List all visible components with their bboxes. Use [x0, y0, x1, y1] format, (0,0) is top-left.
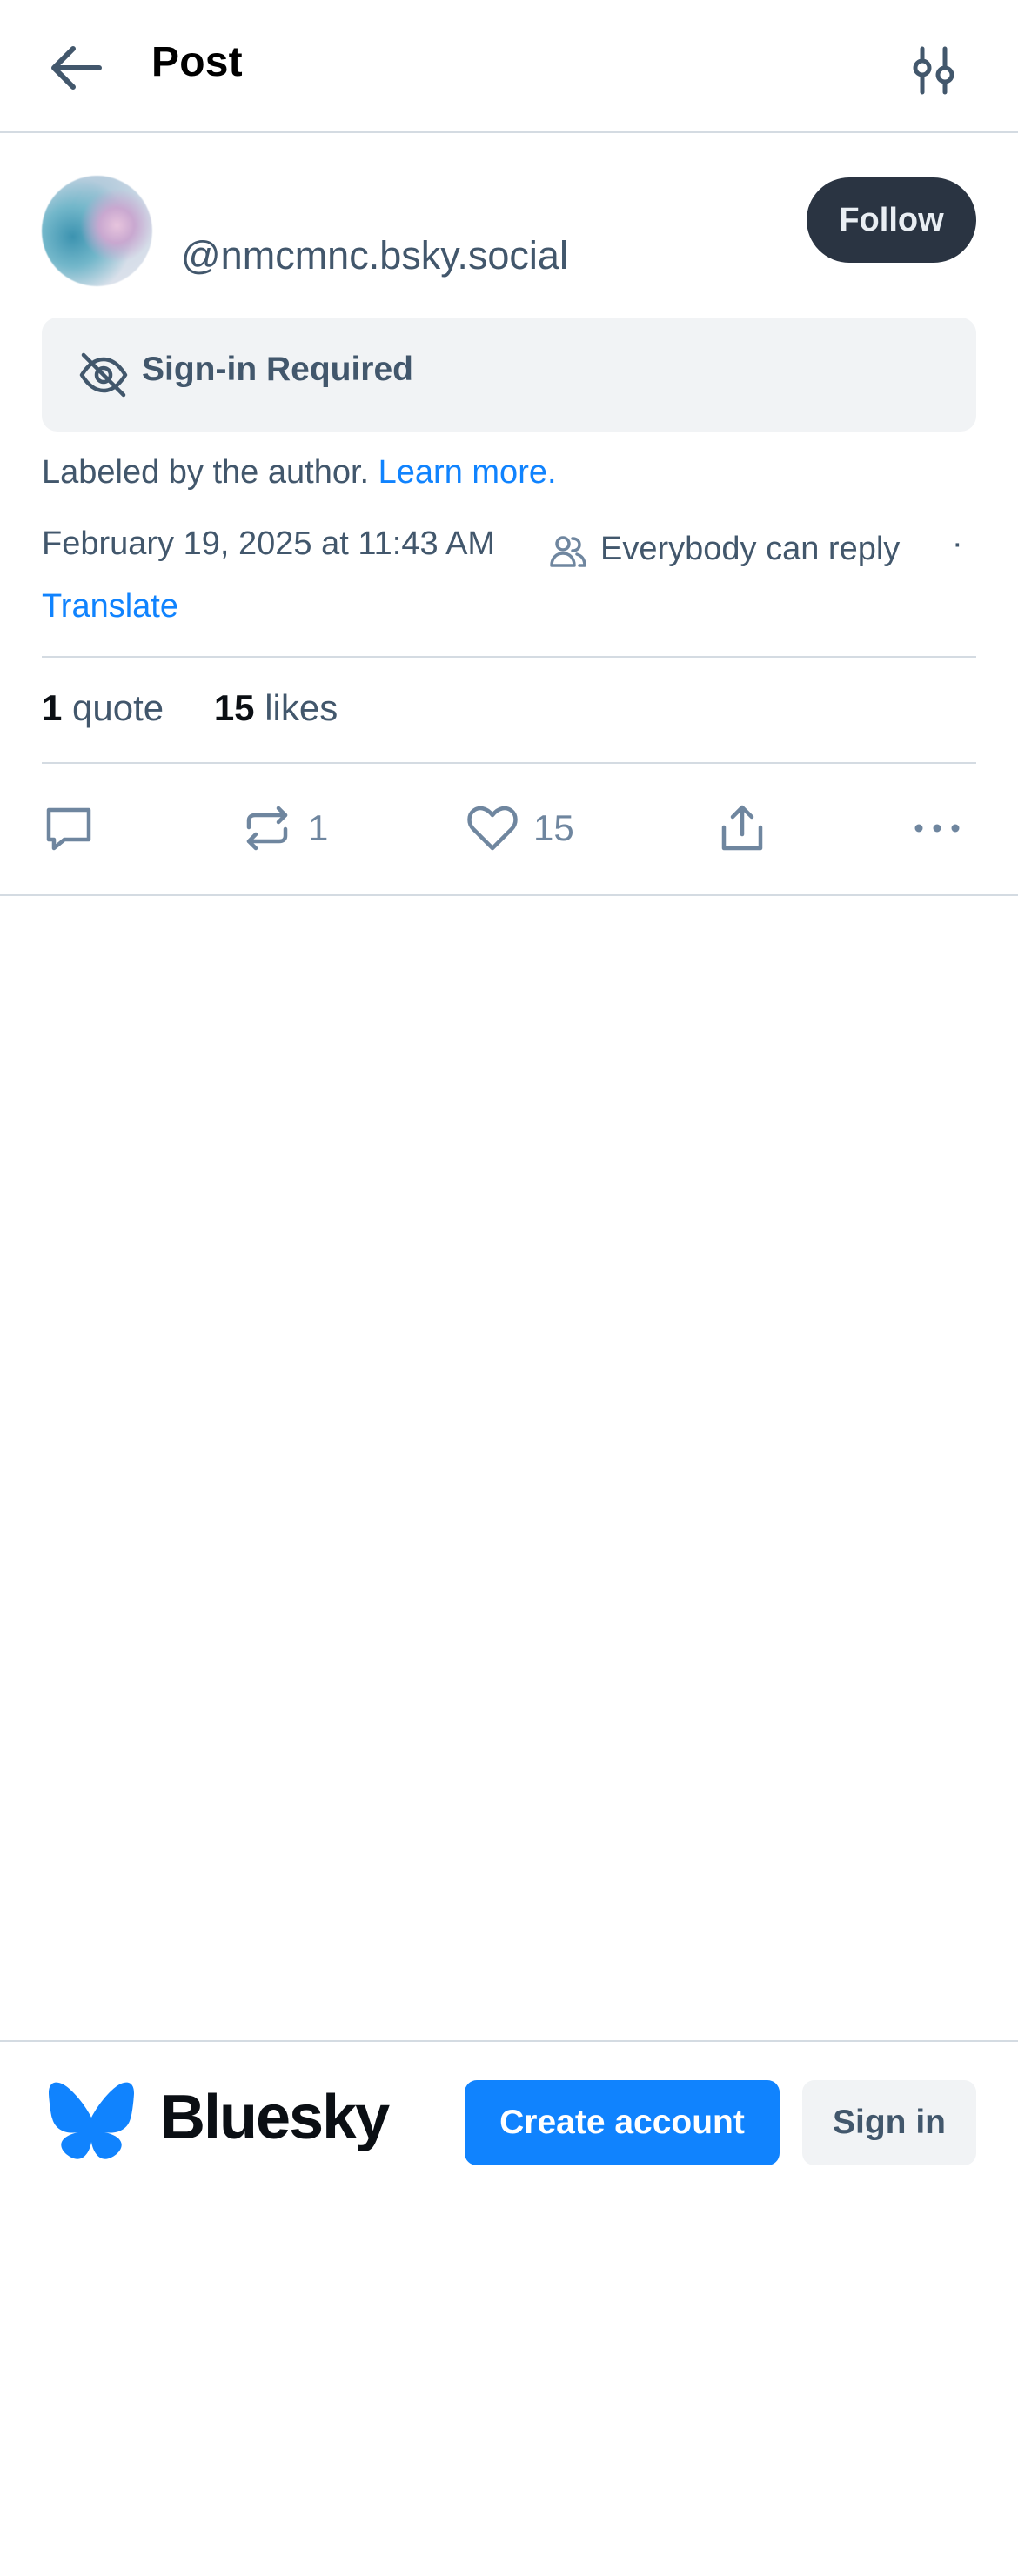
post-timestamp: February 19, 2025 at 11:43 AM: [42, 525, 496, 562]
learn-more-link[interactable]: Learn more.: [378, 454, 557, 491]
reply-setting[interactable]: Everybody can reply: [600, 531, 900, 568]
create-account-button[interactable]: Create account: [465, 2080, 780, 2165]
avatar[interactable]: [42, 176, 152, 286]
ellipsis-icon: [914, 824, 960, 833]
arrow-left-icon: [51, 46, 102, 90]
page-title: Post: [151, 39, 243, 85]
notice-text: Sign-in Required: [142, 351, 413, 388]
sliders-icon: [913, 46, 954, 95]
separator-dot: ·: [952, 525, 963, 562]
like-count: 15: [533, 807, 574, 848]
follow-button[interactable]: Follow: [807, 177, 976, 263]
share-button[interactable]: [715, 793, 769, 863]
author-handle[interactable]: @nmcmnc.bsky.social: [181, 233, 568, 278]
thread-settings-button[interactable]: [905, 42, 962, 99]
eye-slash-icon: [79, 352, 128, 398]
repost-icon: [246, 806, 288, 851]
brand-name: Bluesky: [160, 2083, 390, 2152]
divider: [42, 762, 976, 764]
translate-link[interactable]: Translate: [42, 588, 178, 626]
sign-in-required-notice[interactable]: Sign-in Required: [42, 318, 976, 432]
back-button[interactable]: [45, 40, 108, 96]
repost-count: 1: [308, 807, 329, 848]
divider: [0, 894, 1018, 896]
label-info: Labeled by the author. Learn more.: [42, 454, 557, 492]
more-options-button[interactable]: [910, 793, 964, 863]
footer-divider: [0, 2040, 1018, 2042]
likes-count: 15: [213, 687, 255, 728]
people-icon: [550, 536, 586, 567]
reply-button[interactable]: [42, 793, 96, 863]
likes-stat[interactable]: 15 likes: [214, 687, 338, 729]
comment-icon: [46, 807, 91, 851]
quotes-count: 1: [42, 687, 63, 728]
label-text: Labeled by the author.: [42, 454, 370, 491]
heart-icon: [467, 806, 518, 851]
divider: [42, 656, 976, 658]
engagement-stats: 1 quote 15 likes: [42, 687, 338, 729]
butterfly-icon: [49, 2082, 134, 2159]
quotes-stat[interactable]: 1 quote: [42, 687, 164, 729]
like-button[interactable]: 15: [465, 793, 574, 863]
quotes-label: quote: [72, 687, 164, 728]
likes-label: likes: [265, 687, 338, 728]
share-icon: [721, 805, 763, 851]
sign-in-button[interactable]: Sign in: [802, 2080, 976, 2165]
repost-button[interactable]: 1: [240, 793, 328, 863]
top-bar: Post: [0, 0, 1018, 133]
